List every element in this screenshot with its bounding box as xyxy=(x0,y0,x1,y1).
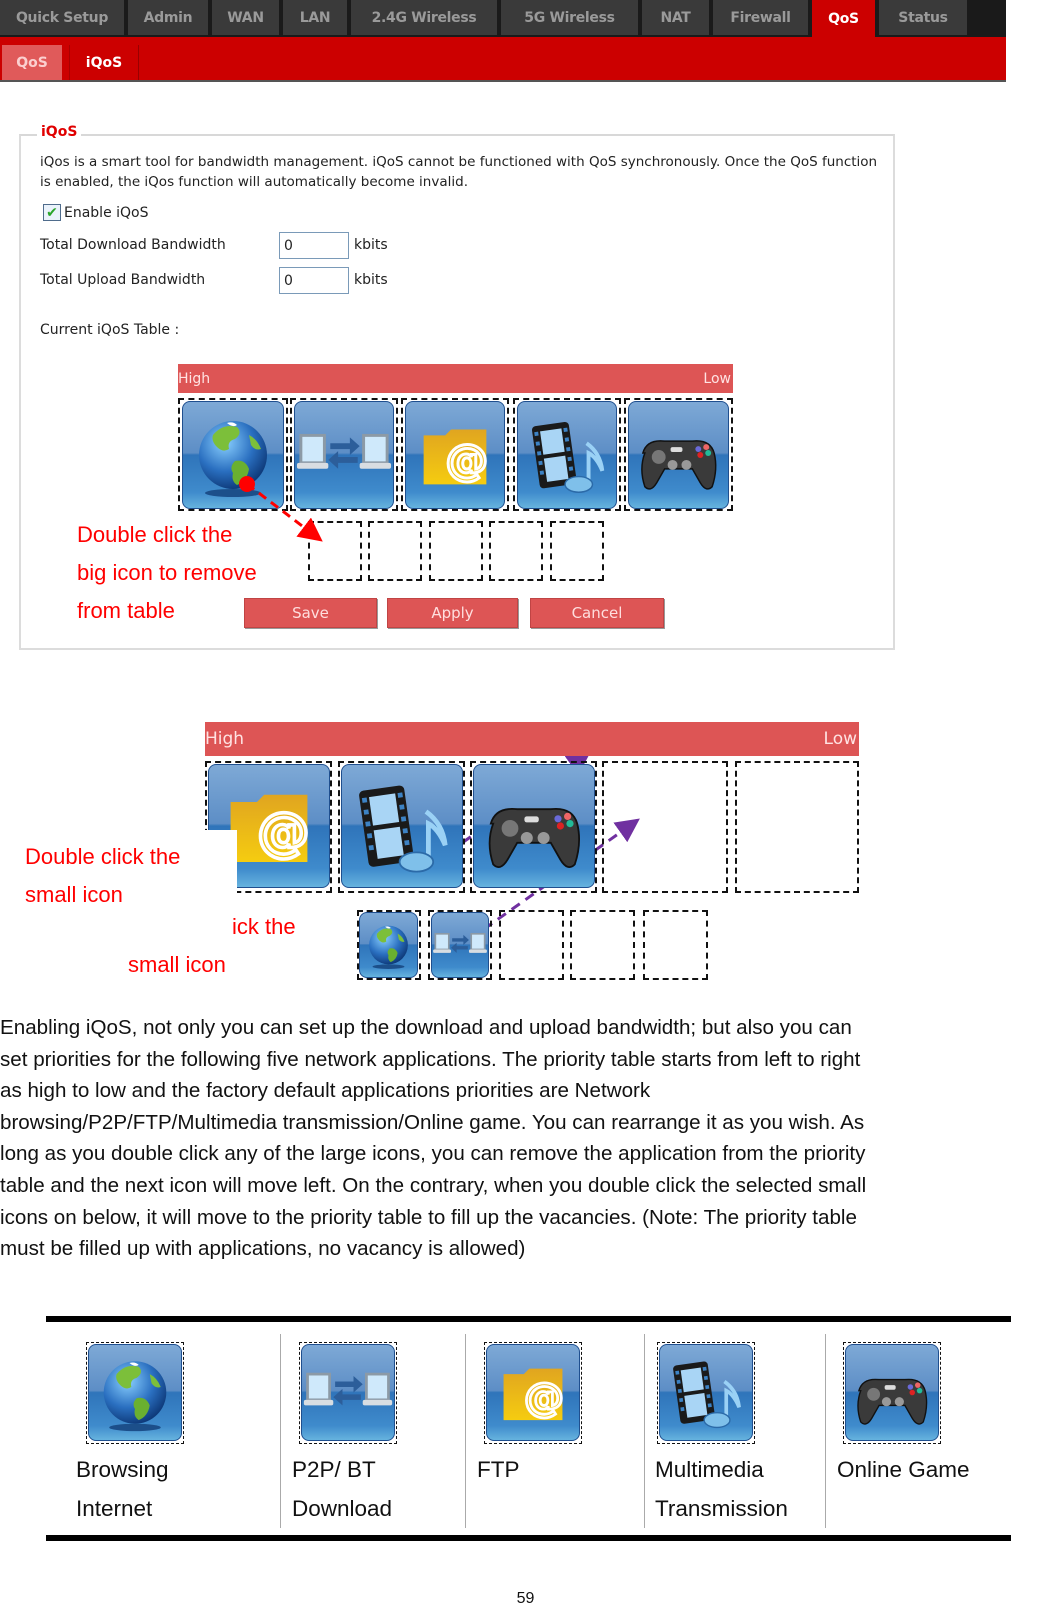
upload-unit: kbits xyxy=(354,272,388,288)
page-number: 59 xyxy=(516,1590,535,1607)
legend-label-p2p: P2P/ BT Download xyxy=(292,1450,392,1528)
priority-low-label: Low xyxy=(703,370,731,387)
priority-slot-2-5 xyxy=(735,761,859,893)
removed-slot-4 xyxy=(489,521,543,581)
paragraph-line: icons on below, it will move to the prio… xyxy=(0,1205,857,1229)
legend-label-browsing: Browsing Internet xyxy=(76,1450,169,1528)
priority-bar-2: High Low xyxy=(205,722,859,756)
gamepad-icon[interactable] xyxy=(473,764,595,888)
remove-annotation-line-2: big icon to remove xyxy=(77,560,257,585)
removed-slot-2-3 xyxy=(499,910,564,980)
table-top-rule xyxy=(46,1316,1011,1322)
iqos-legend: iQoS xyxy=(37,124,82,140)
apply-button[interactable]: Apply xyxy=(387,598,518,628)
legend-label-online-game: Online Game xyxy=(837,1450,970,1489)
paragraph-line: set priorities for the following five ne… xyxy=(0,1047,861,1071)
legend-label-line: Internet xyxy=(76,1496,153,1521)
table-divider xyxy=(465,1334,466,1528)
globe-small-icon[interactable] xyxy=(359,912,418,978)
ftp-folder-icon xyxy=(486,1344,580,1441)
nav-tab-24g-wireless[interactable]: 2.4G Wireless xyxy=(351,0,497,35)
p2p-icon[interactable] xyxy=(294,401,394,509)
cancel-button[interactable]: Cancel xyxy=(530,598,664,628)
upload-bandwidth-label: Total Upload Bandwidth xyxy=(40,272,206,288)
priority-high-label: High xyxy=(178,370,211,387)
legend-label-line: Transmission xyxy=(655,1496,788,1521)
paragraph-line: long as you double click any of the larg… xyxy=(0,1142,866,1166)
multimedia-icon[interactable] xyxy=(517,401,617,509)
paragraph-line: table and the next icon will move left. … xyxy=(0,1173,867,1197)
save-button[interactable]: Save xyxy=(244,598,377,628)
enable-iqos-checkbox[interactable]: ✔ xyxy=(43,204,61,221)
gamepad-icon[interactable] xyxy=(628,401,729,509)
priority-high-label-2: High xyxy=(205,729,245,749)
nav-tab-status[interactable]: Status xyxy=(879,0,967,35)
table-divider xyxy=(825,1334,826,1528)
add-annotation: Double click the small icon xyxy=(25,838,180,914)
nav-tab-wan[interactable]: WAN xyxy=(212,0,279,35)
nav-tab-firewall[interactable]: Firewall xyxy=(713,0,808,35)
download-bandwidth-input[interactable] xyxy=(279,232,349,259)
nav-tab-nat[interactable]: NAT xyxy=(642,0,709,35)
nav-tab-lan[interactable]: LAN xyxy=(283,0,347,35)
nav-tab-qos[interactable]: QoS xyxy=(812,0,875,37)
legend-label-ftp: FTP xyxy=(477,1450,520,1489)
multimedia-icon[interactable] xyxy=(341,764,463,888)
legend-label-line: P2P/ BT xyxy=(292,1457,376,1482)
multimedia-icon xyxy=(659,1344,753,1441)
globe-icon[interactable] xyxy=(182,401,284,509)
removed-slot-1 xyxy=(308,521,362,581)
p2p-small-icon[interactable] xyxy=(431,912,489,978)
paragraph-line: must be filled up with applications, no … xyxy=(0,1237,526,1261)
top-navigation: Quick Setup Admin WAN LAN 2.4G Wireless … xyxy=(0,0,1006,37)
nav-tab-quick-setup[interactable]: Quick Setup xyxy=(0,0,124,35)
enable-iqos-label: Enable iQoS xyxy=(64,204,149,221)
removed-slot-5 xyxy=(550,521,604,581)
remove-annotation-line-3: from table xyxy=(77,598,175,623)
legend-label-line: Online Game xyxy=(837,1457,970,1482)
globe-icon xyxy=(88,1344,182,1441)
body-paragraph: Enabling iQoS, not only you can set up t… xyxy=(0,1012,1051,1265)
legend-label-multimedia: Multimedia Transmission xyxy=(655,1450,788,1528)
priority-low-label-2: Low xyxy=(823,729,857,749)
paragraph-line: browsing/P2P/FTP/Multimedia transmission… xyxy=(0,1110,865,1134)
add-annotation-shadow-line-2: small icon xyxy=(128,952,226,977)
iqos-description: iQos is a smart tool for bandwidth manag… xyxy=(40,154,878,190)
nav-tab-5g-wireless[interactable]: 5G Wireless xyxy=(501,0,638,35)
sub-navigation: QoS iQoS xyxy=(0,37,1006,82)
remove-annotation: Double click the big icon to remove from… xyxy=(77,516,257,630)
download-unit: kbits xyxy=(354,237,388,253)
legend-label-line: FTP xyxy=(477,1457,520,1482)
subtab-qos[interactable]: QoS xyxy=(2,45,62,80)
table-divider xyxy=(280,1334,281,1528)
nav-tab-admin[interactable]: Admin xyxy=(128,0,208,35)
legend-label-line: Download xyxy=(292,1496,393,1521)
add-annotation-line-1: Double click the xyxy=(25,844,181,869)
removed-slot-3 xyxy=(429,521,483,581)
priority-slot-2-4 xyxy=(602,761,728,893)
removed-slot-2-4 xyxy=(570,910,635,980)
table-divider xyxy=(644,1334,645,1528)
removed-slot-2 xyxy=(368,521,422,581)
enable-iqos-row: ✔ Enable iQoS xyxy=(43,204,149,221)
removed-slot-2-5 xyxy=(643,910,708,980)
add-annotation-line-2: small icon xyxy=(25,882,123,907)
priority-bar: High Low xyxy=(178,364,733,393)
current-iqos-table-label: Current iQoS Table : xyxy=(40,322,180,338)
gamepad-icon xyxy=(845,1344,939,1441)
legend-label-line: Browsing xyxy=(76,1457,169,1482)
p2p-icon xyxy=(301,1344,395,1441)
legend-label-line: Multimedia xyxy=(655,1457,764,1482)
checkmark-icon: ✔ xyxy=(46,204,58,221)
upload-bandwidth-input[interactable] xyxy=(279,267,349,294)
table-bottom-rule xyxy=(46,1535,1011,1541)
download-bandwidth-label: Total Download Bandwidth xyxy=(40,237,226,253)
add-annotation-shadow: ick the small icon xyxy=(128,908,296,984)
paragraph-line: Enabling iQoS, not only you can set up t… xyxy=(0,1016,852,1039)
ftp-folder-icon[interactable] xyxy=(405,401,505,509)
remove-annotation-line-1: Double click the xyxy=(77,522,233,547)
paragraph-line: as high to low and the factory default a… xyxy=(0,1079,651,1103)
subtab-iqos[interactable]: iQoS xyxy=(69,45,139,80)
